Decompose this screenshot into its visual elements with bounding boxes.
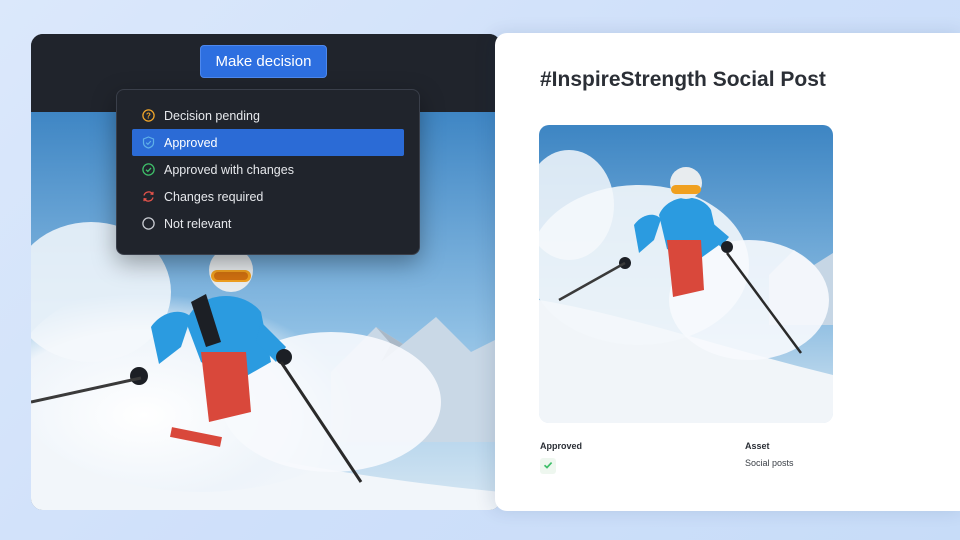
check-circle-icon: [142, 163, 155, 176]
option-label: Approved: [164, 135, 218, 150]
status-label: Approved: [540, 441, 583, 451]
option-label: Not relevant: [164, 216, 232, 231]
option-not-relevant[interactable]: Not relevant: [132, 210, 404, 237]
option-changes-required[interactable]: Changes required: [132, 183, 404, 210]
post-image[interactable]: [539, 125, 833, 423]
refresh-icon: [142, 190, 155, 203]
make-decision-button[interactable]: Make decision: [200, 45, 327, 78]
option-approved-with-changes[interactable]: Approved with changes: [132, 156, 404, 183]
option-label: Changes required: [164, 189, 264, 204]
decision-dropdown: ? Decision pending Approved Approved wit…: [116, 89, 420, 255]
svg-text:?: ?: [146, 111, 151, 120]
approved-status-badge: [540, 458, 556, 474]
post-card: #InspireStrength Social Post Approved As…: [495, 33, 960, 511]
option-label: Decision pending: [164, 108, 260, 123]
option-label: Approved with changes: [164, 162, 294, 177]
check-icon: [543, 457, 553, 475]
shield-check-icon: [142, 136, 155, 149]
question-circle-icon: ?: [142, 109, 155, 122]
option-decision-pending[interactable]: ? Decision pending: [132, 102, 404, 129]
asset-value: Social posts: [745, 458, 794, 468]
option-approved[interactable]: Approved: [132, 129, 404, 156]
asset-label: Asset: [745, 441, 770, 451]
empty-circle-icon: [142, 217, 155, 230]
post-title: #InspireStrength Social Post: [540, 68, 826, 91]
